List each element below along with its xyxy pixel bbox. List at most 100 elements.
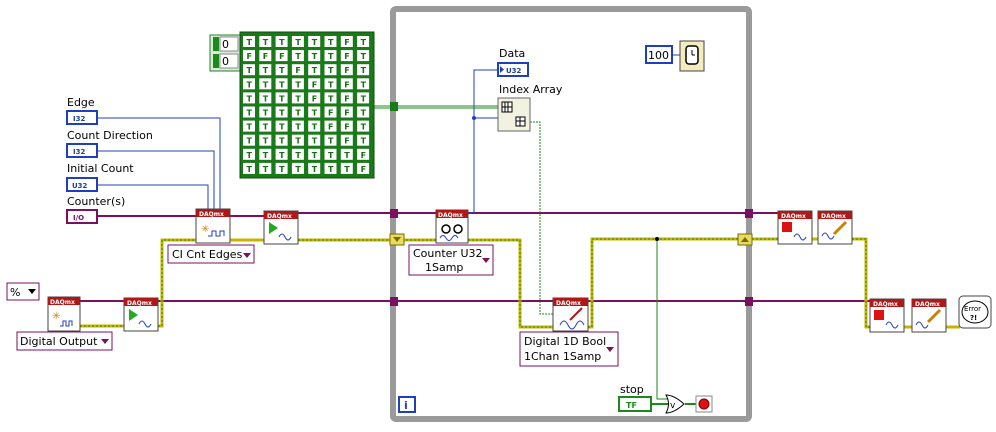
bool-cell-value: F bbox=[247, 52, 252, 61]
bool-cell-value: T bbox=[279, 80, 285, 89]
data-indicator[interactable]: U32 bbox=[497, 62, 529, 77]
svg-text:DAQmx: DAQmx bbox=[821, 213, 846, 220]
bool-cell-value: T bbox=[361, 123, 367, 132]
bool-cell-value: T bbox=[295, 151, 301, 160]
bool-cell-value: T bbox=[263, 94, 269, 103]
bool-cell-value: T bbox=[312, 66, 318, 75]
daqmx-clear-task-counter[interactable]: DAQmx bbox=[817, 210, 853, 245]
bool-cell-value: T bbox=[344, 151, 350, 160]
count-direction-label: Count Direction bbox=[67, 129, 153, 142]
svg-text:0: 0 bbox=[222, 55, 229, 68]
bool-cell-value: F bbox=[344, 38, 349, 47]
svg-text:DAQmx: DAQmx bbox=[438, 212, 463, 219]
bool-cell-value: F bbox=[344, 94, 349, 103]
svg-text:i: i bbox=[404, 399, 408, 412]
svg-text:DAQmx: DAQmx bbox=[915, 301, 940, 308]
daqmx-write-digital[interactable]: DAQmx bbox=[552, 297, 589, 332]
bool-cell-value: T bbox=[247, 151, 253, 160]
bool-cell-value: T bbox=[312, 151, 318, 160]
bool-cell-value: F bbox=[361, 151, 366, 160]
format-percent-constant[interactable]: % bbox=[6, 282, 40, 301]
bool-cell-value: T bbox=[361, 66, 367, 75]
svg-text:v: v bbox=[670, 401, 676, 411]
svg-text:Error: Error bbox=[964, 305, 981, 313]
bool-array-constant[interactable]: 0 0 T T T T T T F TF F F T T T F TT T T F T T F TT T T T F T F TT T T T… bbox=[209, 31, 375, 179]
bool-cell-value: F bbox=[344, 123, 349, 132]
svg-text:CI Cnt Edges: CI Cnt Edges bbox=[172, 248, 243, 261]
bool-cell-value: T bbox=[279, 123, 285, 132]
shift-register-right bbox=[737, 233, 753, 246]
bool-cell-value: T bbox=[328, 151, 334, 160]
count-direction-type: I32 bbox=[73, 148, 85, 156]
bool-cell-value: T bbox=[263, 38, 269, 47]
bool-cell-value: T bbox=[247, 123, 253, 132]
svg-text:Counter U32: Counter U32 bbox=[413, 247, 483, 260]
bool-cell-value: T bbox=[263, 151, 269, 160]
daqmx-create-channel-do[interactable]: DAQmx ✳ bbox=[47, 296, 81, 332]
daqmx-read-counter[interactable]: DAQmx bbox=[435, 209, 469, 244]
bool-cell-value: T bbox=[263, 165, 269, 174]
bool-cell-value: F bbox=[328, 123, 333, 132]
bool-cell-value: T bbox=[279, 151, 285, 160]
bool-cell-value: T bbox=[263, 123, 269, 132]
bool-cell-value: F bbox=[279, 52, 284, 61]
tunnel-task-in bbox=[390, 209, 398, 218]
bool-cell-value: T bbox=[295, 165, 301, 174]
bool-cell-value: T bbox=[328, 80, 334, 89]
selector-digital-output[interactable]: Digital Output bbox=[16, 331, 113, 351]
stop-label: stop bbox=[620, 383, 644, 396]
index-array-node[interactable] bbox=[497, 97, 531, 132]
bool-cell-value: T bbox=[312, 165, 318, 174]
loop-condition-stop-icon[interactable] bbox=[695, 395, 713, 413]
bool-cell-value: T bbox=[295, 137, 301, 146]
bool-cell-value: T bbox=[247, 94, 253, 103]
daqmx-start-task-counter[interactable]: DAQmx bbox=[263, 210, 299, 245]
svg-text:?!: ?! bbox=[970, 314, 977, 322]
svg-text:TF: TF bbox=[626, 401, 637, 410]
bool-cell-value: T bbox=[328, 137, 334, 146]
bool-cell-value: F bbox=[295, 66, 300, 75]
daqmx-stop-task-do[interactable]: DAQmx bbox=[869, 298, 905, 333]
bool-cell-value: F bbox=[361, 165, 366, 174]
edge-label: Edge bbox=[67, 96, 95, 109]
bool-cell-value: T bbox=[328, 38, 334, 47]
shift-register-left bbox=[389, 233, 405, 246]
bool-cell-value: T bbox=[295, 38, 301, 47]
edge-type: I32 bbox=[73, 115, 85, 123]
initial-count-type: U32 bbox=[72, 182, 88, 190]
bool-cell-value: T bbox=[361, 38, 367, 47]
wait-ms-constant[interactable]: 100 bbox=[645, 45, 673, 64]
bool-cell-value: T bbox=[279, 165, 285, 174]
bool-cell-value: F bbox=[312, 94, 317, 103]
daqmx-stop-task-counter[interactable]: DAQmx bbox=[777, 210, 813, 245]
bool-cell-value: T bbox=[312, 109, 318, 118]
tunnel-task2-in bbox=[390, 297, 398, 306]
stop-button-terminal[interactable]: TF bbox=[618, 396, 652, 412]
bool-cell-value: T bbox=[295, 80, 301, 89]
bool-cell-value: F bbox=[328, 109, 333, 118]
selector-digital-bool[interactable]: Digital 1D Bool 1Chan 1Samp bbox=[519, 331, 619, 367]
bool-cell-value: F bbox=[344, 137, 349, 146]
svg-text:DAQmx: DAQmx bbox=[873, 301, 898, 308]
selector-ci-cnt-edges[interactable]: CI Cnt Edges bbox=[167, 244, 255, 264]
daqmx-clear-task-do[interactable]: DAQmx bbox=[911, 298, 947, 333]
bool-cell-value: T bbox=[279, 94, 285, 103]
svg-text:DAQmx: DAQmx bbox=[781, 213, 806, 220]
error-handler-node[interactable]: Error ?! bbox=[958, 295, 992, 329]
bool-cell-value: F bbox=[344, 66, 349, 75]
svg-text:1Samp: 1Samp bbox=[425, 261, 463, 274]
daqmx-start-task-do[interactable]: DAQmx bbox=[123, 297, 159, 332]
counters-label: Counter(s) bbox=[67, 195, 125, 208]
bool-cell-value: T bbox=[279, 38, 285, 47]
svg-text:%: % bbox=[10, 286, 20, 299]
selector-counter-u32[interactable]: Counter U32 1Samp bbox=[408, 244, 494, 276]
wait-timer-icon[interactable] bbox=[679, 40, 705, 72]
svg-text:0: 0 bbox=[222, 38, 229, 51]
bool-cell-value: T bbox=[247, 80, 253, 89]
bool-cell-value: T bbox=[344, 165, 350, 174]
svg-text:DAQmx: DAQmx bbox=[50, 299, 75, 306]
daqmx-create-channel-ci[interactable]: DAQmx ✳ bbox=[195, 208, 231, 244]
bool-cell-value: T bbox=[312, 123, 318, 132]
bool-cell-value: T bbox=[361, 80, 367, 89]
svg-text:DAQmx: DAQmx bbox=[267, 213, 292, 220]
